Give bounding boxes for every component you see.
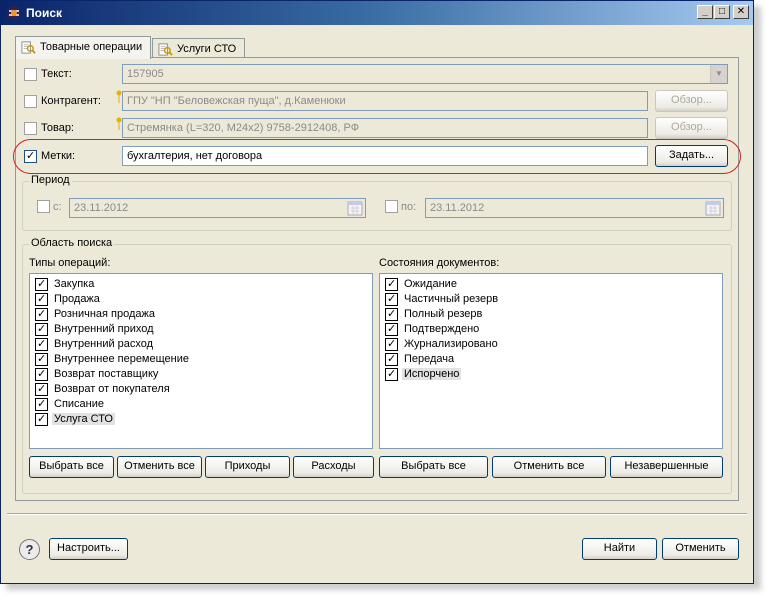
- list-item-checkbox[interactable]: [35, 413, 48, 426]
- contractor-field[interactable]: ГПУ "НП "Беловежская пуща", д.Каменюки: [122, 91, 648, 111]
- title-bar[interactable]: Поиск _ □ ✕: [1, 1, 753, 25]
- contractor-browse-button[interactable]: Обзор...: [655, 90, 728, 112]
- list-item-label: Возврат от покупателя: [54, 383, 170, 395]
- help-icon[interactable]: ?: [19, 539, 40, 560]
- period-to-field[interactable]: 23.11.2012: [425, 198, 724, 218]
- list-item-label: Ожидание: [404, 278, 457, 290]
- states-unfinished-button[interactable]: Незавершенные: [610, 456, 723, 478]
- chevron-down-icon[interactable]: ▼: [710, 65, 727, 83]
- contractor-label: Контрагент:: [41, 95, 101, 107]
- list-item-label: Подтверждено: [404, 323, 480, 335]
- states-label: Состояния документов:: [379, 257, 500, 269]
- list-item-label: Возврат поставщику: [54, 368, 159, 380]
- list-item-label: Внутренний расход: [54, 338, 154, 350]
- list-item-checkbox[interactable]: [385, 293, 398, 306]
- footer-separator: [7, 513, 747, 515]
- list-item-label: Передача: [404, 353, 455, 365]
- operations-deselect-all-button[interactable]: Отменить все: [117, 456, 202, 478]
- search-document-icon: [21, 41, 36, 54]
- states-deselect-all-button[interactable]: Отменить все: [492, 456, 606, 478]
- list-item-checkbox[interactable]: [385, 278, 398, 291]
- period-from-field[interactable]: 23.11.2012: [69, 198, 366, 218]
- period-to-label: по:: [401, 201, 417, 213]
- list-item-label: Услуга СТО: [52, 413, 115, 425]
- tab-sto-services[interactable]: Услуги СТО: [152, 38, 245, 58]
- calendar-icon[interactable]: [705, 200, 721, 216]
- period-from-checkbox[interactable]: [37, 200, 50, 213]
- list-item-label: Розничная продажа: [54, 308, 156, 320]
- tab-panel-goods-operations: Текст: 157905 ▼ Контрагент: ГПУ "НП "Бел…: [15, 57, 739, 501]
- period-title: Период: [29, 174, 72, 186]
- text-value: 157905: [127, 68, 164, 80]
- text-checkbox[interactable]: [24, 68, 37, 81]
- operations-label: Типы операций:: [29, 257, 111, 269]
- minimize-button[interactable]: _: [697, 5, 713, 19]
- search-area-title: Область поиска: [29, 237, 115, 249]
- text-label: Текст:: [41, 68, 72, 80]
- eclipse-app-icon: [7, 6, 21, 20]
- tab-label: Услуги СТО: [177, 43, 237, 55]
- text-combobox[interactable]: 157905: [122, 64, 728, 84]
- list-item-checkbox[interactable]: [385, 353, 398, 366]
- states-list[interactable]: Ожидание Частичный резерв Полный резерв …: [379, 273, 723, 449]
- product-label: Товар:: [41, 122, 74, 134]
- find-button[interactable]: Найти: [582, 538, 657, 560]
- list-item-label: Полный резерв: [404, 308, 483, 320]
- product-field[interactable]: Стремянка (L=320, М24x2) 9758-2912408, Р…: [122, 118, 648, 138]
- tab-goods-operations[interactable]: Товарные операции: [15, 36, 151, 59]
- search-document-icon: [158, 43, 173, 56]
- close-button[interactable]: ✕: [733, 5, 749, 19]
- configure-button[interactable]: Настроить...: [49, 538, 128, 560]
- states-select-all-button[interactable]: Выбрать все: [379, 456, 488, 478]
- search-area-group: Область поиска Типы операций: Закупка Пр…: [22, 237, 732, 494]
- list-item-checkbox[interactable]: [35, 293, 48, 306]
- product-browse-button[interactable]: Обзор...: [655, 117, 728, 139]
- list-item-label: Списание: [54, 398, 104, 410]
- product-checkbox[interactable]: [24, 122, 37, 135]
- period-group: Период с: 23.11.2012 по: 23.11.2012: [22, 174, 732, 231]
- list-item-checkbox[interactable]: [385, 308, 398, 321]
- list-item-checkbox[interactable]: [35, 323, 48, 336]
- calendar-icon[interactable]: [347, 200, 363, 216]
- tab-label: Товарные операции: [40, 41, 143, 53]
- list-item-checkbox[interactable]: [35, 353, 48, 366]
- product-value: Стремянка (L=320, М24x2) 9758-2912408, Р…: [127, 122, 360, 134]
- contractor-value: ГПУ "НП "Беловежская пуща", д.Каменюки: [127, 95, 346, 107]
- period-to-checkbox[interactable]: [385, 200, 398, 213]
- list-item-label: Внутреннее перемещение: [54, 353, 189, 365]
- list-item-checkbox[interactable]: [35, 398, 48, 411]
- search-dialog: Поиск _ □ ✕ Товарные операции Услуги СТО: [0, 0, 754, 584]
- list-item-checkbox[interactable]: [35, 383, 48, 396]
- list-item-label: Внутренний приход: [54, 323, 154, 335]
- list-item-checkbox[interactable]: [35, 308, 48, 321]
- list-item-label: Продажа: [54, 293, 100, 305]
- list-item-checkbox[interactable]: [35, 368, 48, 381]
- maximize-button[interactable]: □: [714, 5, 730, 19]
- contractor-checkbox[interactable]: [24, 95, 37, 108]
- period-to-value: 23.11.2012: [430, 202, 485, 214]
- list-item-label: Закупка: [54, 278, 95, 290]
- tags-highlight-annotation: [13, 139, 741, 174]
- operations-outgoing-button[interactable]: Расходы: [293, 456, 374, 478]
- operations-list[interactable]: Закупка Продажа Розничная продажа Внутре…: [29, 273, 373, 449]
- list-item-checkbox[interactable]: [35, 278, 48, 291]
- list-item-checkbox[interactable]: [385, 368, 398, 381]
- cancel-button[interactable]: Отменить: [662, 538, 739, 560]
- operations-incoming-button[interactable]: Приходы: [205, 456, 290, 478]
- list-item-checkbox[interactable]: [385, 323, 398, 336]
- period-from-value: 23.11.2012: [74, 202, 129, 214]
- list-item-label: Испорчено: [402, 368, 462, 380]
- list-item-checkbox[interactable]: [35, 338, 48, 351]
- period-from-label: с:: [53, 201, 62, 213]
- operations-select-all-button[interactable]: Выбрать все: [29, 456, 114, 478]
- list-item-label: Журнализировано: [404, 338, 498, 350]
- window-title: Поиск: [26, 6, 63, 20]
- list-item-checkbox[interactable]: [385, 338, 398, 351]
- list-item-label: Частичный резерв: [404, 293, 499, 305]
